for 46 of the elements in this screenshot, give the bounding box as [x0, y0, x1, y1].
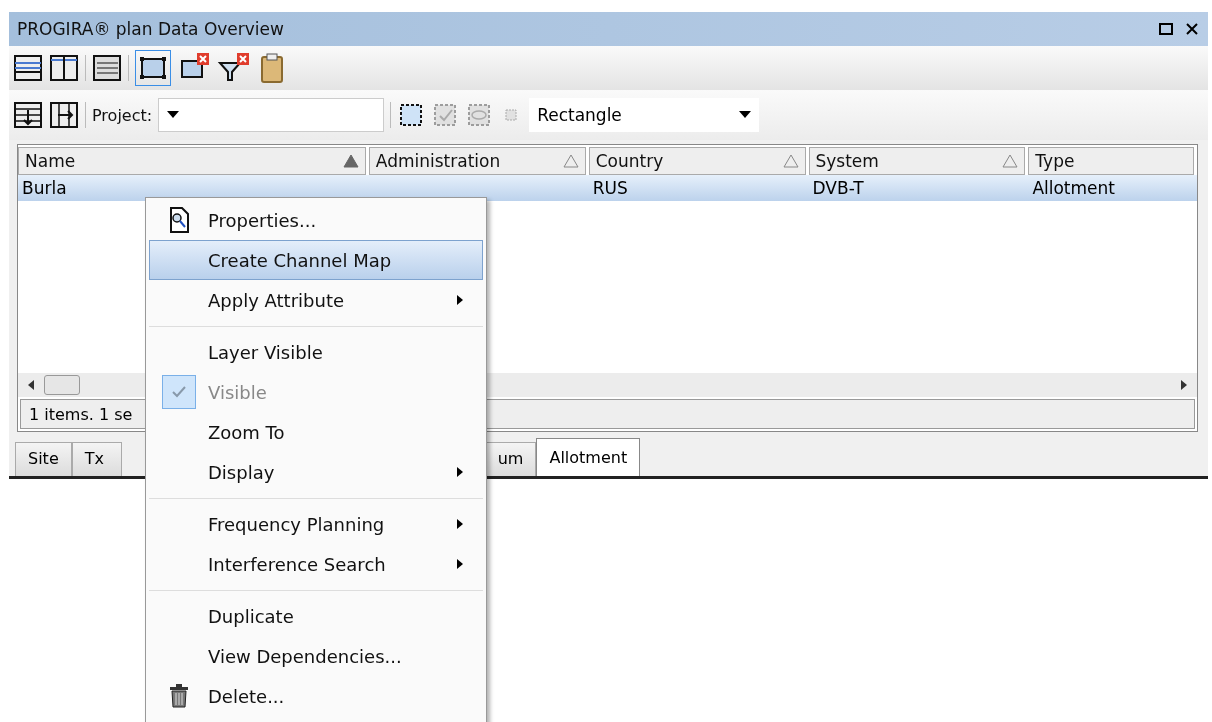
tab[interactable]: Tx: [71, 442, 122, 476]
table-cell: RUS: [592, 178, 628, 198]
rectangle-select-icon[interactable]: [135, 50, 171, 86]
menu-item[interactable]: Interference Search: [149, 544, 483, 584]
sort-triangle-icon: [1002, 154, 1019, 168]
status-text: 1 items. 1 se: [29, 404, 133, 424]
menu-item[interactable]: Delete...: [149, 676, 483, 716]
window-title: PROGIRA® plan Data Overview: [17, 19, 284, 39]
column-header[interactable]: Name: [18, 147, 366, 175]
column-header[interactable]: Administration: [368, 147, 586, 175]
column-header[interactable]: System: [808, 147, 1026, 175]
scroll-right-icon[interactable]: [1179, 379, 1189, 391]
table-cell: Burla: [22, 178, 67, 198]
sort-triangle-icon: [342, 154, 359, 168]
insert-row-icon[interactable]: [13, 100, 43, 130]
shape-dropdown[interactable]: Rectangle: [529, 98, 760, 132]
document-magnifier-icon: [168, 207, 190, 233]
table-cell: DVB-T: [812, 178, 864, 198]
menu-item[interactable]: View Dependencies...: [149, 636, 483, 676]
column-header[interactable]: Type: [1028, 147, 1194, 175]
menu-item[interactable]: Apply Attribute: [149, 280, 483, 320]
scroll-left-icon[interactable]: [26, 379, 36, 391]
menu-item[interactable]: Duplicate: [149, 596, 483, 636]
table-cell: Allotment: [1032, 178, 1115, 198]
menu-item[interactable]: Layer Visible: [149, 332, 483, 372]
trash-icon: [169, 684, 189, 708]
dropdown-caret-icon: [739, 111, 752, 119]
scroll-thumb[interactable]: [44, 375, 80, 395]
menu-item[interactable]: Properties...: [149, 200, 483, 240]
list-icon[interactable]: [92, 53, 122, 83]
tab[interactable]: Allotment: [536, 438, 641, 476]
horizontal-split-icon[interactable]: [13, 53, 43, 83]
sort-triangle-icon: [562, 154, 579, 168]
tab[interactable]: Site: [15, 442, 72, 476]
column-header[interactable]: Country: [588, 147, 806, 175]
dropdown-caret-icon: [167, 111, 180, 119]
table-row[interactable]: Burla RUS DVB-T Allotment: [18, 175, 1197, 201]
sort-triangle-icon: [782, 154, 799, 168]
vertical-split-icon[interactable]: [49, 53, 79, 83]
maximize-icon[interactable]: [1158, 21, 1174, 37]
insert-column-icon[interactable]: [49, 100, 79, 130]
menu-item[interactable]: Frequency Planning: [149, 504, 483, 544]
menu-item[interactable]: Create Channel Map: [149, 240, 483, 280]
checkmark-icon: [172, 386, 186, 398]
project-label: Project:: [92, 105, 153, 125]
close-icon[interactable]: [1184, 21, 1200, 37]
